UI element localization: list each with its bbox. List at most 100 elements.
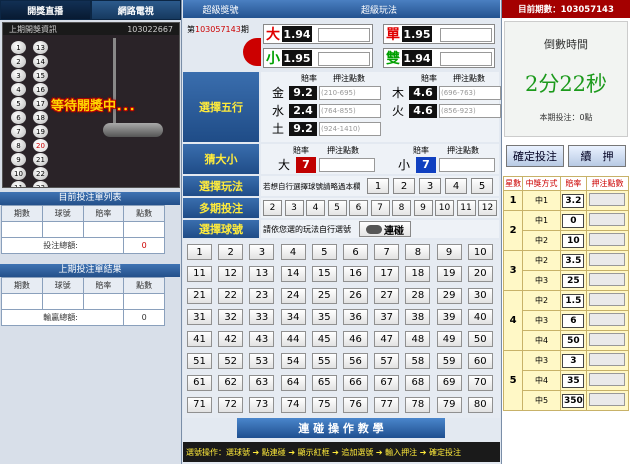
multi-period-option[interactable]: 10 (435, 200, 454, 216)
five-element-input[interactable]: (924-1410) (319, 121, 381, 136)
number-ball-button[interactable]: 17 (374, 265, 400, 282)
number-ball-button[interactable]: 27 (374, 287, 400, 304)
number-ball-button[interactable]: 53 (249, 353, 275, 369)
number-ball-button[interactable]: 59 (436, 353, 462, 369)
multi-period-option[interactable]: 7 (370, 200, 390, 216)
number-ball-button[interactable]: 10 (467, 244, 493, 260)
number-ball-button[interactable]: 4 (280, 244, 306, 260)
bet-points-input[interactable] (589, 253, 626, 266)
number-ball-button[interactable]: 75 (311, 396, 337, 413)
multi-period-option[interactable]: 3 (284, 200, 304, 216)
number-ball-button[interactable]: 72 (218, 396, 244, 413)
number-ball-button[interactable]: 35 (311, 309, 337, 326)
number-ball-button[interactable]: 32 (218, 309, 244, 326)
bet-points-input[interactable] (589, 353, 626, 366)
number-ball-button[interactable]: 74 (280, 396, 306, 413)
number-ball-button[interactable]: 37 (374, 309, 400, 326)
play-mode-option[interactable]: 3 (419, 178, 441, 194)
number-ball-button[interactable]: 6 (343, 244, 368, 260)
number-ball-button[interactable]: 2 (218, 244, 244, 260)
number-ball-button[interactable]: 8 (405, 244, 431, 260)
five-element-input[interactable]: (210-695) (319, 85, 381, 100)
bet-points-input[interactable] (589, 233, 626, 246)
number-ball-button[interactable]: 60 (467, 353, 493, 369)
number-ball-button[interactable]: 7 (374, 244, 400, 260)
guess-big-input[interactable] (319, 157, 375, 172)
number-ball-button[interactable]: 79 (436, 396, 462, 413)
option-small[interactable]: 小 1.95 (263, 48, 373, 68)
five-element-option[interactable]: 土 9.2 (924-1410) (269, 120, 381, 137)
guess-small[interactable]: 小 7 (395, 156, 495, 173)
number-ball-button[interactable]: 41 (187, 331, 212, 348)
number-ball-button[interactable]: 69 (436, 374, 462, 391)
bet-points-input[interactable] (589, 313, 626, 326)
five-element-input[interactable]: (696-763) (439, 85, 501, 100)
number-ball-button[interactable]: 34 (280, 309, 306, 326)
number-ball-button[interactable]: 12 (218, 265, 244, 282)
multi-period-option[interactable]: 11 (456, 200, 476, 216)
bet-points-input[interactable] (589, 293, 626, 306)
number-ball-button[interactable]: 50 (467, 331, 493, 348)
play-mode-option[interactable]: 2 (393, 178, 415, 194)
number-ball-button[interactable]: 44 (280, 331, 306, 348)
number-ball-button[interactable]: 62 (218, 374, 244, 391)
option-big[interactable]: 大 1.94 (263, 24, 373, 44)
number-ball-button[interactable]: 18 (405, 265, 431, 282)
small-bet-input[interactable] (318, 52, 370, 66)
number-ball-button[interactable]: 47 (374, 331, 400, 348)
number-ball-button[interactable]: 1 (187, 244, 212, 260)
five-element-option[interactable]: 木 4.6 (696-763) (389, 84, 501, 101)
number-ball-button[interactable]: 45 (311, 331, 337, 348)
five-element-option[interactable]: 水 2.4 (764-855) (269, 102, 381, 119)
option-even[interactable]: 雙 1.94 (383, 48, 495, 68)
number-ball-button[interactable]: 57 (374, 353, 400, 369)
number-ball-button[interactable]: 21 (187, 287, 212, 304)
continue-bet-button[interactable]: 續 押 (568, 145, 626, 167)
link-toggle-button[interactable]: 連碰 (359, 221, 411, 237)
guess-small-input[interactable] (439, 157, 495, 172)
number-ball-button[interactable]: 30 (467, 287, 493, 304)
odd-bet-input[interactable] (440, 28, 492, 42)
number-ball-button[interactable]: 5 (311, 244, 337, 260)
number-ball-button[interactable]: 67 (374, 374, 400, 391)
number-ball-button[interactable]: 52 (218, 353, 244, 369)
number-ball-button[interactable]: 26 (343, 287, 368, 304)
number-ball-button[interactable]: 64 (280, 374, 306, 391)
number-ball-button[interactable]: 70 (467, 374, 493, 391)
number-ball-button[interactable]: 51 (187, 353, 212, 369)
multi-period-option[interactable]: 4 (306, 200, 325, 216)
number-ball-button[interactable]: 29 (436, 287, 462, 304)
number-ball-button[interactable]: 42 (218, 331, 244, 348)
number-ball-button[interactable]: 33 (249, 309, 275, 326)
tab-live-draw[interactable]: 開獎直播 (0, 0, 91, 20)
five-element-input[interactable]: (764-855) (319, 103, 381, 118)
number-ball-button[interactable]: 48 (405, 331, 431, 348)
number-ball-button[interactable]: 78 (405, 396, 431, 413)
even-bet-input[interactable] (440, 52, 492, 66)
number-ball-button[interactable]: 22 (218, 287, 244, 304)
multi-period-option[interactable]: 6 (349, 200, 368, 216)
number-ball-button[interactable]: 68 (405, 374, 431, 391)
multi-period-option[interactable]: 12 (478, 200, 497, 216)
number-ball-button[interactable]: 55 (311, 353, 337, 369)
number-ball-button[interactable]: 15 (311, 265, 337, 282)
number-ball-button[interactable]: 76 (343, 396, 368, 413)
play-mode-option[interactable]: 4 (445, 178, 467, 194)
multi-period-option[interactable]: 8 (392, 200, 411, 216)
bet-points-input[interactable] (589, 333, 626, 346)
number-ball-button[interactable]: 36 (343, 309, 368, 326)
big-bet-input[interactable] (318, 28, 370, 42)
five-element-input[interactable]: (856-923) (439, 103, 501, 118)
number-ball-button[interactable]: 11 (187, 265, 212, 282)
guess-big[interactable]: 大 7 (275, 156, 375, 173)
number-ball-button[interactable]: 49 (436, 331, 462, 348)
number-ball-button[interactable]: 73 (249, 396, 275, 413)
number-ball-button[interactable]: 77 (374, 396, 400, 413)
number-ball-button[interactable]: 31 (187, 309, 212, 326)
number-ball-button[interactable]: 58 (405, 353, 431, 369)
bet-points-input[interactable] (589, 393, 626, 406)
play-mode-option[interactable]: 5 (471, 178, 493, 194)
number-ball-button[interactable]: 66 (343, 374, 368, 391)
multi-period-option[interactable]: 5 (327, 200, 347, 216)
number-ball-button[interactable]: 20 (467, 265, 493, 282)
